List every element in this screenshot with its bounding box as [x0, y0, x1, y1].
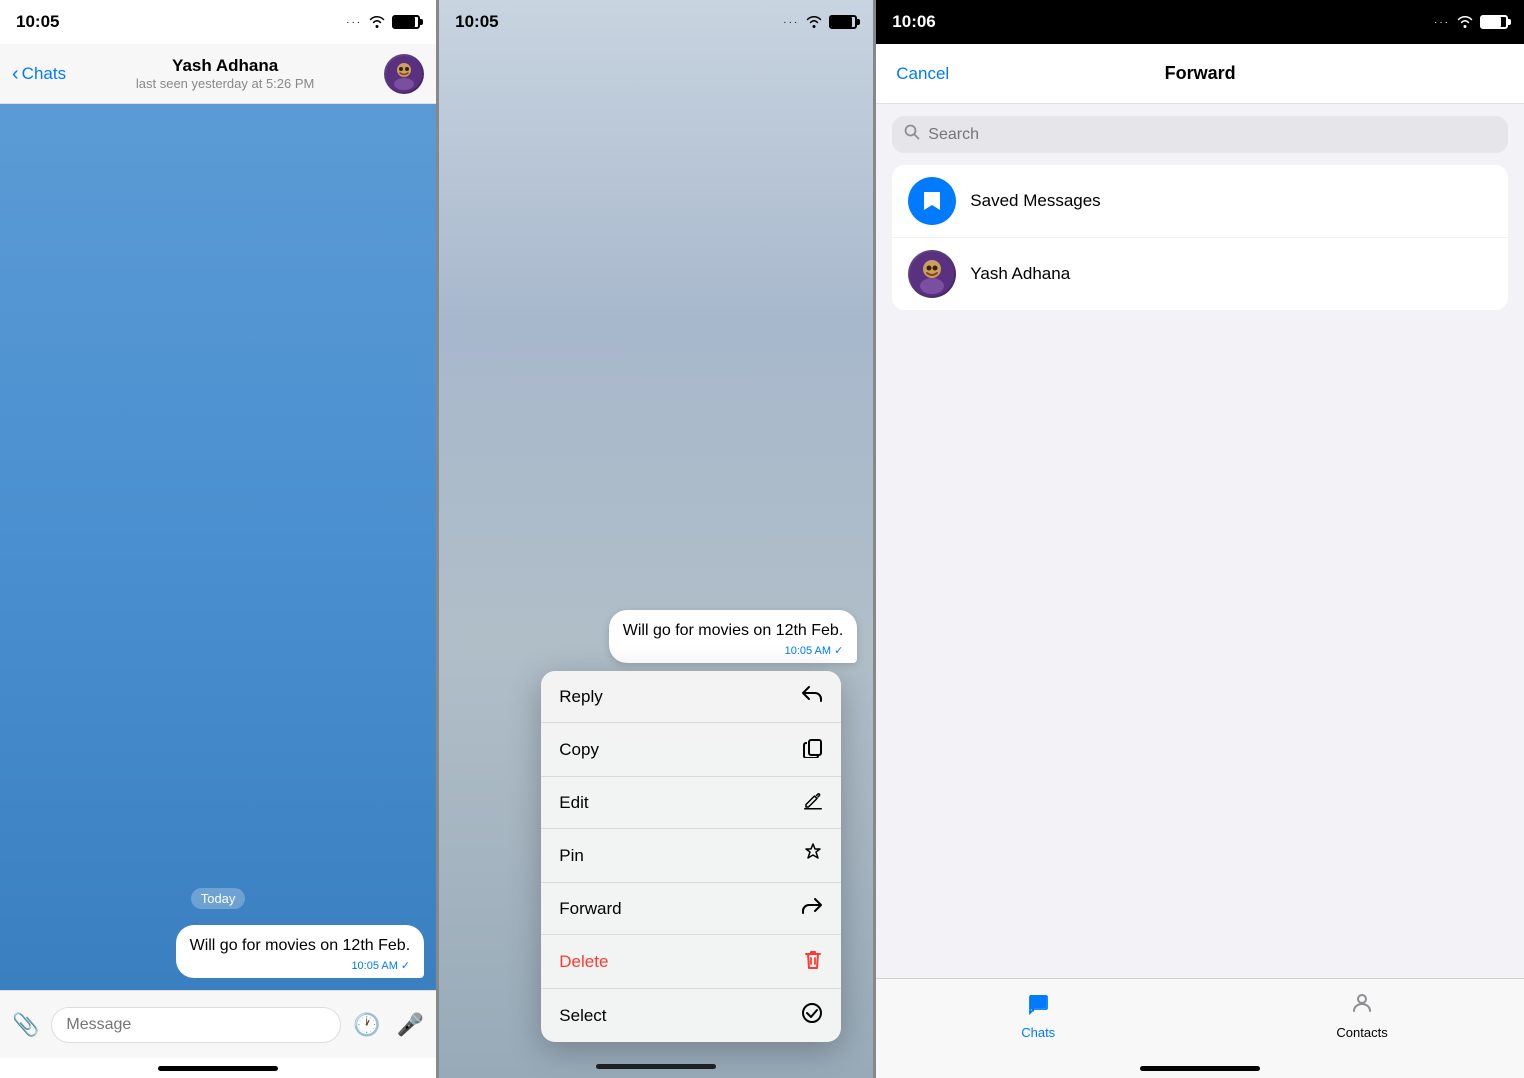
time-3: 10:06 [892, 12, 935, 32]
list-item-yash[interactable]: Yash Adhana [892, 238, 1508, 310]
search-icon [904, 124, 920, 145]
chats-tab-icon [1026, 991, 1050, 1021]
menu-label-select: Select [559, 1006, 606, 1026]
time-2: 10:05 [455, 12, 498, 32]
search-input[interactable] [928, 126, 1496, 144]
forward-navbar: Cancel Forward [876, 44, 1524, 104]
chat-panel: 10:05 ··· ‹ Chats Yash Adhana last seen … [0, 0, 436, 1078]
yash-name: Yash Adhana [970, 264, 1070, 284]
menu-label-copy: Copy [559, 740, 599, 760]
wifi-icon [368, 14, 386, 31]
panel2-content: 10:05 ··· Will go for movies on 12th Feb… [439, 0, 873, 1078]
home-indicator-2 [596, 1054, 716, 1078]
menu-label-delete: Delete [559, 952, 608, 972]
reply-icon [801, 684, 823, 709]
battery-icon-3 [1480, 15, 1508, 29]
saved-messages-avatar [908, 177, 956, 225]
p2-message-time: 10:05 AM [785, 645, 831, 657]
context-menu-panel: 10:05 ··· Will go for movies on 12th Feb… [439, 0, 873, 1078]
menu-label-pin: Pin [559, 846, 584, 866]
signal-icon: ··· [346, 17, 362, 28]
date-badge: Today [191, 888, 246, 909]
delete-icon [803, 948, 823, 975]
search-input-wrap [892, 116, 1508, 153]
status-bar-3: 10:06 ··· [876, 0, 1524, 44]
menu-item-select[interactable]: Select [541, 989, 841, 1042]
menu-item-delete[interactable]: Delete [541, 935, 841, 989]
battery-icon-2 [829, 15, 857, 29]
p2-check-icon: ✓ [834, 644, 843, 657]
home-indicator [0, 1058, 436, 1078]
p2-message-meta: 10:05 AM ✓ [623, 644, 844, 657]
chat-navbar: ‹ Chats Yash Adhana last seen yesterday … [0, 44, 436, 104]
message-bubble[interactable]: Will go for movies on 12th Feb. 10:05 AM… [176, 925, 425, 978]
pin-icon [803, 842, 823, 869]
home-bar-3 [1140, 1066, 1260, 1071]
search-bar [876, 104, 1524, 165]
wifi-icon-3 [1456, 14, 1474, 31]
attachment-icon[interactable]: 📎 [8, 1008, 43, 1042]
p2-message-text: Will go for movies on 12th Feb. [623, 620, 844, 642]
p2-message-bubble: Will go for movies on 12th Feb. 10:05 AM… [609, 610, 858, 663]
chat-area: Today Will go for movies on 12th Feb. 10… [0, 104, 436, 990]
input-bar: 📎 🕐 🎤 [0, 990, 436, 1058]
check-icon: ✓ [401, 959, 410, 972]
chevron-left-icon: ‹ [12, 64, 19, 84]
menu-item-forward[interactable]: Forward [541, 883, 841, 935]
menu-label-forward: Forward [559, 899, 621, 919]
copy-icon [803, 736, 823, 763]
message-time: 10:05 AM [351, 960, 397, 972]
emoji-icon[interactable]: 🕐 [349, 1008, 384, 1042]
chats-tab-label: Chats [1021, 1025, 1055, 1040]
signal-icon-2: ··· [783, 17, 799, 28]
menu-item-reply[interactable]: Reply [541, 671, 841, 723]
home-bar-2 [596, 1064, 716, 1069]
context-menu: Reply Copy [541, 671, 841, 1042]
forward-title: Forward [1165, 63, 1236, 84]
menu-item-pin[interactable]: Pin [541, 829, 841, 883]
contacts-list: Saved Messages Yash Adhana [892, 165, 1508, 310]
contact-status: last seen yesterday at 5:26 PM [136, 76, 314, 91]
status-icons-3: ··· [1434, 14, 1508, 31]
contact-name: Yash Adhana [172, 56, 278, 76]
menu-item-edit[interactable]: Edit [541, 777, 841, 829]
signal-icon-3: ··· [1434, 17, 1450, 28]
list-item-saved[interactable]: Saved Messages [892, 165, 1508, 238]
tab-chats[interactable]: Chats [876, 987, 1200, 1044]
p2-chat-area: Will go for movies on 12th Feb. 10:05 AM… [439, 44, 873, 1054]
avatar[interactable] [384, 54, 424, 94]
tab-contacts[interactable]: Contacts [1200, 987, 1524, 1044]
yash-avatar [908, 250, 956, 298]
status-icons-2: ··· [783, 14, 857, 31]
wifi-icon-2 [805, 14, 823, 31]
menu-item-copy[interactable]: Copy [541, 723, 841, 777]
mic-icon[interactable]: 🎤 [393, 1008, 428, 1042]
contacts-tab-icon [1350, 991, 1374, 1021]
back-label: Chats [22, 64, 66, 84]
status-bar-1: 10:05 ··· [0, 0, 436, 44]
home-indicator-3 [876, 1058, 1524, 1078]
status-bar-2: 10:05 ··· [439, 0, 873, 44]
edit-icon [803, 790, 823, 815]
contact-info: Yash Adhana last seen yesterday at 5:26 … [74, 56, 376, 91]
message-input[interactable] [51, 1007, 341, 1043]
contacts-tab-label: Contacts [1336, 1025, 1387, 1040]
tab-bar: Chats Contacts [876, 978, 1524, 1058]
cancel-button[interactable]: Cancel [896, 64, 949, 84]
saved-messages-name: Saved Messages [970, 191, 1100, 211]
select-icon [801, 1002, 823, 1029]
home-bar [158, 1066, 278, 1071]
back-button[interactable]: ‹ Chats [12, 64, 66, 84]
message-text: Will go for movies on 12th Feb. [190, 935, 411, 957]
status-icons-1: ··· [346, 14, 420, 31]
menu-label-reply: Reply [559, 687, 602, 707]
menu-label-edit: Edit [559, 793, 588, 813]
message-meta: 10:05 AM ✓ [190, 959, 411, 972]
battery-icon [392, 15, 420, 29]
forward-icon [801, 896, 823, 921]
time-1: 10:05 [16, 12, 59, 32]
spacer [876, 310, 1524, 978]
forward-panel: 10:06 ··· Cancel Forward [876, 0, 1524, 1078]
